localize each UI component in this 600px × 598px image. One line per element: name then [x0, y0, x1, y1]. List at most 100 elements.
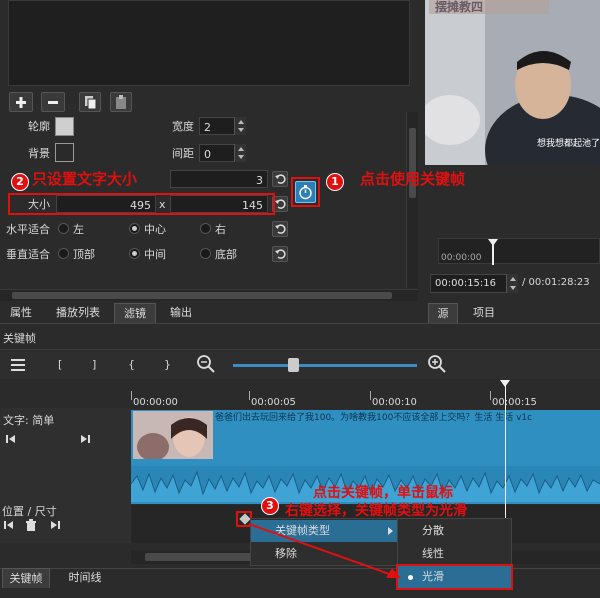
tab-timeline[interactable]: 时间线 [58, 568, 112, 588]
filter-horizontal-scrollbar[interactable] [0, 289, 418, 301]
ruler-label-5: 00:00:05 [251, 397, 296, 408]
size-row-highlight [8, 193, 275, 215]
track-headers [0, 408, 131, 543]
filter-vertical-scrollbar[interactable] [406, 112, 418, 288]
filter-list-area [8, 0, 410, 86]
tab-playlist[interactable]: 播放列表 [48, 303, 108, 323]
outline-width-value: 2 [204, 121, 211, 134]
valign-middle-label: 中间 [144, 248, 166, 261]
menu-icon[interactable] [11, 359, 25, 371]
outline-color-swatch[interactable] [55, 117, 74, 136]
ruler-label-15: 00:00:15 [492, 397, 537, 408]
tab-source[interactable]: 源 [428, 303, 458, 323]
padding-value: 0 [204, 148, 211, 161]
current-time-value: 00:00:15:16 [435, 278, 497, 289]
tab-export[interactable]: 输出 [160, 303, 202, 323]
halign-center-label: 中心 [144, 223, 166, 236]
outline-width-field[interactable]: 2 [199, 117, 235, 135]
plus-icon [16, 97, 26, 108]
halign-label: 水平适合 [6, 223, 50, 236]
seek-next-keyframe-button[interactable]: } [164, 359, 171, 370]
clip-overlay-text: 爸爸们出去玩回来给了我100。为啥教我100不应该全部上交吗？生活 生活 v1c [215, 413, 533, 423]
trash-icon[interactable] [25, 519, 37, 531]
clip-thumbnail-illustration [133, 411, 213, 459]
use-keyframes-button[interactable] [295, 181, 316, 203]
background-color-swatch[interactable] [55, 143, 74, 162]
annotation-text-1: 点击使用关键帧 [360, 170, 466, 188]
valign-top-label: 顶部 [73, 248, 95, 261]
tab-properties[interactable]: 属性 [2, 303, 40, 323]
tab-keyframes[interactable]: 关键帧 [2, 568, 50, 588]
tab-project[interactable]: 项目 [464, 303, 504, 323]
next-keyframe-icon[interactable] [50, 520, 60, 530]
current-time-stepper[interactable] [506, 274, 518, 293]
zoom-out-icon[interactable] [196, 354, 216, 374]
valign-bottom-label: 底部 [215, 248, 237, 261]
prev-keyframe-icon[interactable] [4, 520, 14, 530]
stopwatch-icon [299, 185, 312, 200]
current-time-field[interactable]: 00:00:15:16 [430, 274, 508, 293]
halign-center-radio[interactable] [129, 223, 140, 234]
preview-subtitle: 想我想都起池了 [537, 139, 600, 149]
next-keyframe-icon[interactable] [80, 434, 90, 444]
zoom-slider-handle[interactable] [288, 358, 299, 372]
ruler-label-0: 00:00:00 [133, 397, 178, 408]
width-label: 宽度 [172, 120, 194, 133]
track-text-label: 文字: 简单 [3, 414, 55, 427]
halign-right-label: 右 [215, 223, 226, 236]
seek-prev-keyframe-button[interactable]: { [128, 359, 135, 370]
ruler-tick [490, 391, 491, 400]
valign-reset-button[interactable] [272, 246, 288, 262]
annotation-text-3-line1: 点击关键帧，单击鼠标 [313, 485, 453, 501]
font-size-field[interactable]: 3 [170, 170, 268, 188]
scrollbar-thumb[interactable] [12, 292, 392, 299]
clip-thumbnail [133, 411, 213, 459]
submenu-item-linear-label: 线性 [422, 547, 444, 560]
outline-width-stepper[interactable] [234, 117, 246, 135]
timeline-playhead-head [500, 380, 510, 387]
paste-icon [116, 95, 126, 109]
halign-right-radio[interactable] [200, 223, 211, 234]
remove-filter-button[interactable] [41, 92, 65, 112]
valign-bottom-radio[interactable] [200, 248, 211, 259]
add-filter-button[interactable] [9, 92, 33, 112]
undo-icon [275, 174, 286, 184]
padding-field[interactable]: 0 [199, 144, 235, 162]
zoom-slider-track[interactable] [233, 364, 417, 367]
tab-filters[interactable]: 滤镜 [114, 303, 156, 323]
annotation-badge-1: 1 [327, 174, 343, 190]
copy-filter-button[interactable] [79, 92, 101, 112]
track-position-label: 位置 / 尺寸 [2, 505, 57, 518]
preview-scrubber[interactable]: 00:00:00 [438, 238, 600, 265]
annotation-text-2: 只设置文字大小 [32, 170, 138, 188]
halign-left-label: 左 [73, 223, 84, 236]
ruler-tick [249, 391, 250, 400]
total-duration: / 00:01:28:23 [522, 277, 590, 288]
undo-icon [275, 249, 286, 259]
outline-label: 轮廓 [28, 120, 50, 133]
halign-reset-button[interactable] [272, 221, 288, 237]
preview-ruler-time: 00:00:00 [441, 253, 482, 263]
video-preview[interactable]: 摆摊教四 想我想都起池了 [425, 0, 600, 165]
seek-out-button[interactable]: ] [92, 359, 96, 370]
undo-icon [275, 199, 286, 209]
keyframes-panel-title: 关键帧 [3, 332, 36, 345]
seek-in-button[interactable]: [ [58, 359, 62, 370]
zoom-in-icon[interactable] [427, 354, 447, 374]
paste-filter-button[interactable] [110, 92, 132, 112]
undo-icon [275, 224, 286, 234]
ruler-label-10: 00:00:10 [372, 397, 417, 408]
halign-left-radio[interactable] [58, 223, 69, 234]
prev-keyframe-icon[interactable] [6, 434, 16, 444]
padding-stepper[interactable] [234, 144, 246, 162]
annotation-badge-3: 3 [262, 498, 278, 514]
valign-middle-radio[interactable] [129, 248, 140, 259]
valign-top-radio[interactable] [58, 248, 69, 259]
playhead-triangle [488, 239, 498, 246]
ruler-tick [131, 391, 132, 400]
ruler-tick [370, 391, 371, 400]
annotation-text-3-line2: 右键选择，关键帧类型为光滑 [285, 503, 467, 519]
font-size-reset-button[interactable] [272, 171, 288, 187]
font-size-value: 3 [256, 174, 263, 187]
preview-banner-text: 摆摊教四 [435, 0, 484, 14]
